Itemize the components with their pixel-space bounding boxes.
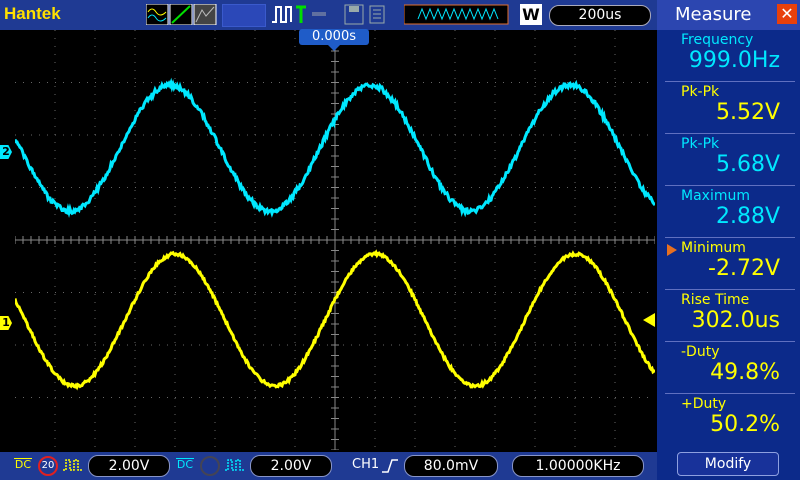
save-icon[interactable] bbox=[344, 4, 392, 25]
measure-value: 5.52V bbox=[716, 100, 780, 125]
measure-item: Pk-Pk 5.52V bbox=[657, 82, 800, 133]
measure-item: Pk-Pk 5.68V bbox=[657, 134, 800, 185]
measure-label: Pk-Pk bbox=[681, 84, 719, 100]
measure-title: Measure bbox=[675, 4, 752, 25]
bottom-status-bar: DC 20 2.00V DC 2.00V CH1 80.0mV 1.00000K… bbox=[0, 452, 657, 480]
close-icon[interactable]: ✕ bbox=[777, 4, 797, 24]
rising-edge-icon bbox=[381, 458, 399, 474]
measure-value: 50.2% bbox=[710, 412, 780, 437]
status-box bbox=[222, 4, 266, 27]
measure-panel: Measure ✕ Frequency 999.0Hz Pk-Pk 5.52V Pk-P… bbox=[657, 0, 800, 480]
measure-value: 49.8% bbox=[710, 360, 780, 385]
ch1-coupling-icon: DC bbox=[14, 454, 32, 470]
channel2-marker[interactable]: 2 bbox=[0, 145, 12, 159]
measure-label: Frequency bbox=[681, 32, 753, 48]
ch2-scale[interactable]: 2.00V bbox=[250, 455, 332, 477]
measure-value: 302.0us bbox=[692, 308, 780, 333]
measure-value: 999.0Hz bbox=[689, 48, 780, 73]
memory-waveform-icon bbox=[404, 4, 516, 25]
measure-label: +Duty bbox=[681, 396, 726, 412]
trigger-position-marker[interactable]: 0.000s bbox=[299, 29, 369, 45]
memory-depth-label: W bbox=[520, 4, 542, 25]
selected-arrow-icon bbox=[667, 244, 677, 256]
trigger-source: CH1 bbox=[352, 457, 379, 472]
measure-label: Minimum bbox=[681, 240, 746, 256]
brand-logo: Hantek bbox=[4, 4, 61, 24]
waveform-display bbox=[15, 30, 655, 450]
measure-item: Frequency 999.0Hz bbox=[657, 30, 800, 81]
measure-header: Measure ✕ bbox=[657, 0, 800, 30]
top-status-bar: Hantek W 200us bbox=[0, 0, 657, 30]
ch1-invert-icon bbox=[62, 458, 84, 472]
trigger-level[interactable]: 80.0mV bbox=[404, 455, 498, 477]
display-mode-icon[interactable] bbox=[146, 4, 218, 25]
measure-item: -Duty 49.8% bbox=[657, 342, 800, 393]
measure-label: Maximum bbox=[681, 188, 750, 204]
measure-label: Pk-Pk bbox=[681, 136, 719, 152]
ch1-bandwidth-limit-icon: 20 bbox=[38, 456, 58, 476]
trigger-level-marker[interactable] bbox=[643, 313, 655, 327]
ch2-invert-icon bbox=[224, 458, 246, 472]
measure-item: +Duty 50.2% bbox=[657, 394, 800, 445]
modify-button[interactable]: Modify bbox=[677, 452, 779, 476]
run-stop-icon[interactable] bbox=[270, 4, 330, 25]
measure-item: Rise Time 302.0us bbox=[657, 290, 800, 341]
measure-item: Maximum 2.88V bbox=[657, 186, 800, 237]
measure-value: 2.88V bbox=[716, 204, 780, 229]
measure-value: 5.68V bbox=[716, 152, 780, 177]
ch1-scale[interactable]: 2.00V bbox=[88, 455, 170, 477]
measure-item: Minimum -2.72V bbox=[657, 238, 800, 289]
measure-value: -2.72V bbox=[708, 256, 780, 281]
ch2-bandwidth-limit-icon bbox=[200, 456, 220, 476]
measure-label: -Duty bbox=[681, 344, 719, 360]
channel1-marker[interactable]: 1 bbox=[0, 316, 12, 330]
timebase-display[interactable]: 200us bbox=[549, 5, 651, 26]
measure-label: Rise Time bbox=[681, 292, 749, 308]
trigger-position-arrow bbox=[328, 45, 340, 51]
ch2-coupling-icon: DC bbox=[176, 454, 194, 470]
trigger-frequency: 1.00000KHz bbox=[512, 455, 644, 477]
